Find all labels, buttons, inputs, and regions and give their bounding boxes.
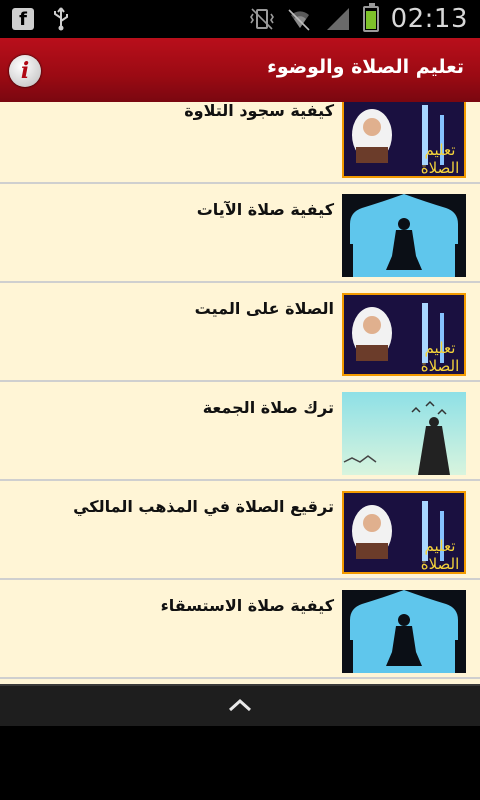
chevron-up-icon[interactable] [228,698,252,712]
signal-icon [326,8,349,30]
item-title: ترك صلاة الجمعة [202,398,334,417]
list-item[interactable]: كيفية صلاة الآيات [0,186,480,283]
usb-icon [54,7,68,31]
item-title: كيفية صلاة الاستسقاء [160,596,334,615]
svg-text:تعليم: تعليم [425,339,456,357]
status-clock: 02:13 [390,4,468,34]
vibrate-icon [249,8,274,30]
list-item[interactable]: ترك صلاة الجمعة [0,384,480,481]
list-item[interactable]: ترقيع الصلاة في المذهب المالكي تعليم الص… [0,483,480,580]
item-title: كيفية صلاة الآيات [196,200,334,219]
wifi-icon [287,9,310,31]
item-title: كيفية سجود التلاوة [184,102,334,120]
list-item[interactable]: كيفية سجود التلاوة تعليم الصلاة [0,102,480,184]
status-bar: f 02:13 [0,0,480,38]
battery-charging-icon [362,3,379,32]
svg-text:الصلاة: الصلاة [421,357,460,375]
bottom-bar [0,684,480,726]
svg-text:الصلاة: الصلاة [421,555,460,573]
facebook-notification-icon: f [12,8,34,30]
svg-text:تعليم: تعليم [425,537,456,555]
thumbnail-image [342,590,466,673]
empty-area [0,726,480,800]
svg-text:الصلاة: الصلاة [421,159,460,177]
lesson-list[interactable]: كيفية سجود التلاوة تعليم الصلاة كيفية صل… [0,102,480,684]
thumbnail-image: تعليم الصلاة [342,293,466,376]
thumbnail-image: تعليم الصلاة [342,102,466,178]
list-item[interactable]: الصلاة على الميت تعليم الصلاة [0,285,480,382]
item-title: الصلاة على الميت [194,299,334,318]
app-bar: i تعليم الصلاة والوضوء [0,38,480,102]
info-icon[interactable]: i [9,55,41,87]
list-item[interactable]: كيفية صلاة الاستسقاء [0,582,480,679]
thumbnail-image [342,194,466,277]
thumbnail-image: تعليم الصلاة [342,491,466,574]
svg-text:تعليم: تعليم [425,141,456,159]
item-title: ترقيع الصلاة في المذهب المالكي [73,497,334,516]
thumbnail-image [342,392,466,475]
app-title: تعليم الصلاة والوضوء [267,56,464,78]
